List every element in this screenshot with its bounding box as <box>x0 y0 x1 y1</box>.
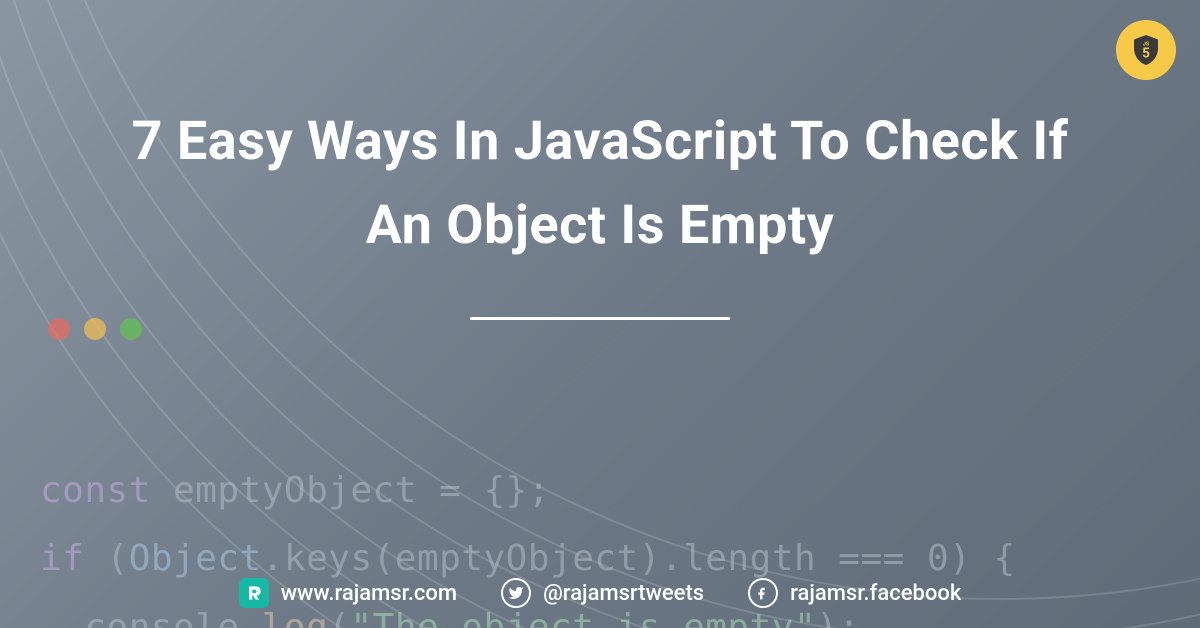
code-line: console.log("The object is empty"); <box>40 607 860 628</box>
code-function: .log <box>240 607 329 628</box>
twitter-icon <box>501 578 531 608</box>
website-label: www.rajamsr.com <box>281 581 457 606</box>
code-line: const emptyObject = {}; <box>40 470 550 511</box>
code-line: if (Object.keys(emptyObject).length === … <box>40 538 1016 579</box>
shield-js-icon: JS 5 <box>1128 32 1164 68</box>
hero-area: 7 Easy Ways In JavaScript To Check If An… <box>0 100 1200 320</box>
title-underline <box>470 317 730 320</box>
social-footer: www.rajamsr.com @rajamsrtweets rajamsr.f… <box>0 578 1200 608</box>
site-logo-icon <box>239 578 269 608</box>
facebook-link[interactable]: rajamsr.facebook <box>748 578 961 608</box>
code-string: "The object is empty" <box>350 607 816 628</box>
code-keyword: if <box>40 538 84 579</box>
javascript-badge: JS 5 <box>1116 20 1176 80</box>
facebook-label: rajamsr.facebook <box>790 581 961 606</box>
website-link[interactable]: www.rajamsr.com <box>239 578 457 608</box>
twitter-link[interactable]: @rajamsrtweets <box>501 578 704 608</box>
code-object: Object <box>129 538 262 579</box>
svg-text:5: 5 <box>1142 46 1150 62</box>
code-keyword: const <box>40 470 151 511</box>
page-title: 7 Easy Ways In JavaScript To Check If An… <box>100 100 1100 267</box>
twitter-label: @rajamsrtweets <box>543 581 704 606</box>
facebook-icon <box>748 578 778 608</box>
